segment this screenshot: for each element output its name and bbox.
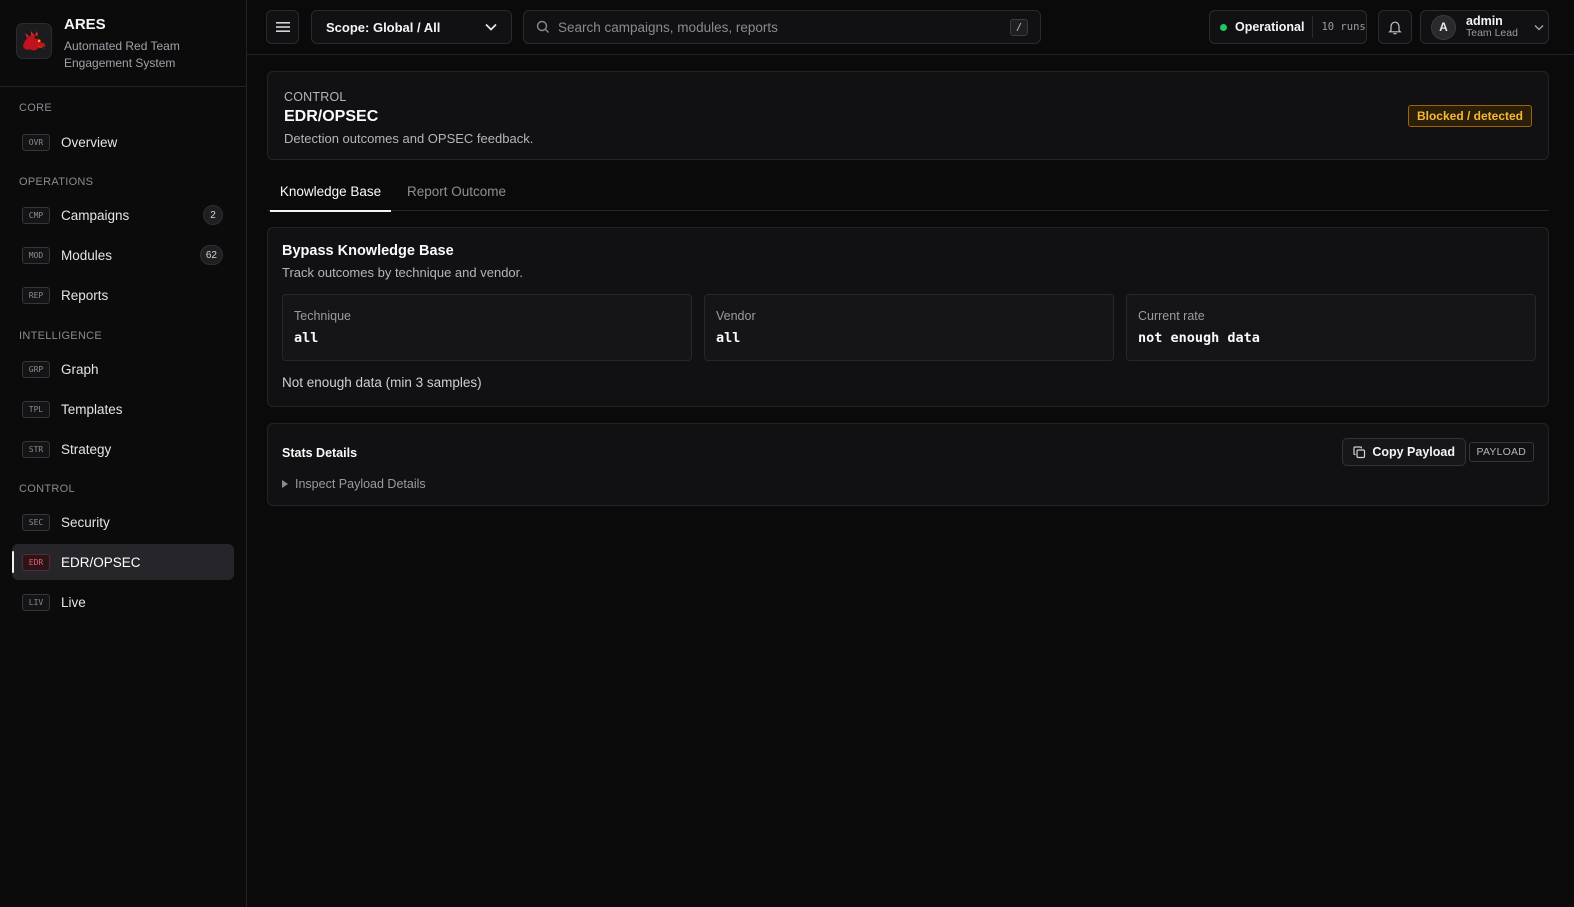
copy-payload-label: Copy Payload [1372, 445, 1455, 459]
divider [1312, 16, 1314, 38]
system-status: Operational 10 runs [1209, 10, 1367, 44]
tab-report-outcome[interactable]: Report Outcome [407, 172, 506, 211]
copy-icon [1353, 445, 1366, 458]
sidebar-item-label: Graph [61, 361, 99, 377]
overview-icon: OVR [22, 133, 50, 151]
status-badge: Blocked / detected [1407, 105, 1532, 127]
sidebar-item-graph[interactable]: GRP Graph [12, 351, 234, 387]
payload-tag: PAYLOAD [1468, 442, 1534, 462]
nav-section-operations: OPERATIONS [19, 176, 94, 188]
sidebar-item-label: Reports [61, 287, 109, 303]
metric-technique: Technique all [282, 294, 692, 361]
metric-label: Technique [294, 309, 351, 323]
app-name: ARES [64, 16, 106, 33]
metric-value: all [294, 330, 319, 346]
scope-value: Scope: Global / All [326, 19, 441, 35]
inspect-payload-toggle[interactable]: Inspect Payload Details [282, 477, 426, 491]
metric-vendor: Vendor all [704, 294, 1114, 361]
campaigns-icon: CMP [22, 206, 50, 224]
nav-section-core: CORE [19, 102, 52, 114]
modules-icon: MOD [22, 246, 50, 264]
sidebar-item-reports[interactable]: REP Reports [12, 277, 234, 313]
search-input[interactable] [558, 19, 1010, 35]
app-subtitle: Automated Red Team Engagement System [64, 39, 180, 70]
user-role: Team Lead [1466, 27, 1518, 39]
metric-label: Current rate [1138, 309, 1205, 323]
page-description: Detection outcomes and OPSEC feedback. [284, 131, 534, 146]
sidebar-item-campaigns[interactable]: CMP Campaigns 2 [12, 197, 234, 233]
scope-select[interactable]: Scope: Global / All [311, 10, 512, 44]
graph-icon: GRP [22, 360, 50, 378]
topbar: Scope: Global / All / Operational 10 run… [247, 0, 1574, 55]
strategy-icon: STR [22, 440, 50, 458]
sidebar-item-label: Live [61, 594, 86, 610]
sidebar-item-label: Strategy [61, 441, 112, 457]
bell-icon [1388, 21, 1402, 34]
brand: ARES Automated Red Team Engagement Syste… [0, 0, 246, 87]
sidebar-item-security[interactable]: SEC Security [12, 504, 234, 540]
sidebar-item-label: Overview [61, 134, 118, 150]
security-icon: SEC [22, 513, 50, 531]
sidebar-item-modules[interactable]: MOD Modules 62 [12, 237, 234, 273]
tab-bar: Knowledge Base Report Outcome [267, 172, 1549, 212]
stats-details-panel: Stats Details Copy Payload PAYLOAD Inspe… [267, 423, 1549, 506]
metric-label: Vendor [716, 309, 756, 323]
sidebar-item-label: Campaigns [61, 207, 130, 223]
hamburger-icon [275, 22, 290, 32]
sidebar-item-overview[interactable]: OVR Overview [12, 124, 234, 160]
sidebar-item-label: Modules [61, 247, 113, 263]
tab-knowledge-base[interactable]: Knowledge Base [270, 172, 391, 212]
live-icon: LIV [22, 593, 50, 611]
sidebar-item-label: Security [61, 514, 110, 530]
sidebar-item-label: Templates [61, 401, 123, 417]
chevron-down-icon [485, 23, 497, 31]
empty-state-note: Not enough data (min 3 samples) [282, 375, 482, 390]
search-shortcut: / [1010, 18, 1028, 36]
sidebar: ARES Automated Red Team Engagement Syste… [0, 0, 247, 907]
menu-toggle-button[interactable] [266, 10, 299, 44]
status-dot-icon [1220, 23, 1227, 31]
copy-payload-button[interactable]: Copy Payload [1342, 438, 1466, 466]
page-header: CONTROL EDR/OPSEC Detection outcomes and… [267, 71, 1549, 160]
chevron-down-icon [1534, 24, 1544, 30]
sidebar-item-edr-opsec[interactable]: EDR EDR/OPSEC [12, 544, 234, 580]
page-eyebrow: CONTROL [284, 90, 347, 104]
page-title: EDR/OPSEC [284, 108, 379, 125]
count-badge: 62 [199, 245, 223, 265]
caret-right-icon [282, 480, 288, 488]
avatar: A [1431, 14, 1456, 40]
user-menu[interactable]: A admin Team Lead [1420, 10, 1549, 44]
status-label: Operational [1235, 20, 1305, 34]
metric-value: all [716, 330, 741, 346]
nav-section-control: CONTROL [19, 483, 75, 495]
panel-title: Stats Details [282, 446, 358, 460]
user-name: admin [1466, 14, 1503, 28]
runs-count: 10 runs [1321, 21, 1366, 33]
notifications-button[interactable] [1378, 10, 1412, 44]
templates-icon: TPL [22, 400, 50, 418]
sidebar-item-templates[interactable]: TPL Templates [12, 391, 234, 427]
search-icon [536, 20, 549, 33]
nav-section-intelligence: INTELLIGENCE [19, 330, 103, 342]
search-bar[interactable]: / [523, 10, 1041, 44]
metric-value: not enough data [1138, 330, 1260, 346]
count-badge: 2 [203, 205, 223, 225]
sidebar-item-strategy[interactable]: STR Strategy [12, 431, 234, 467]
edr-icon: EDR [22, 553, 50, 571]
panel-subtitle: Track outcomes by technique and vendor. [282, 265, 523, 280]
knowledge-base-panel: Bypass Knowledge Base Track outcomes by … [267, 227, 1549, 407]
reports-icon: REP [22, 286, 50, 304]
metric-current-rate: Current rate not enough data [1126, 294, 1536, 361]
dragon-logo-icon [16, 23, 52, 59]
panel-title: Bypass Knowledge Base [282, 243, 454, 259]
sidebar-item-live[interactable]: LIV Live [12, 584, 234, 620]
details-label: Inspect Payload Details [295, 477, 426, 491]
sidebar-item-label: EDR/OPSEC [61, 554, 141, 570]
